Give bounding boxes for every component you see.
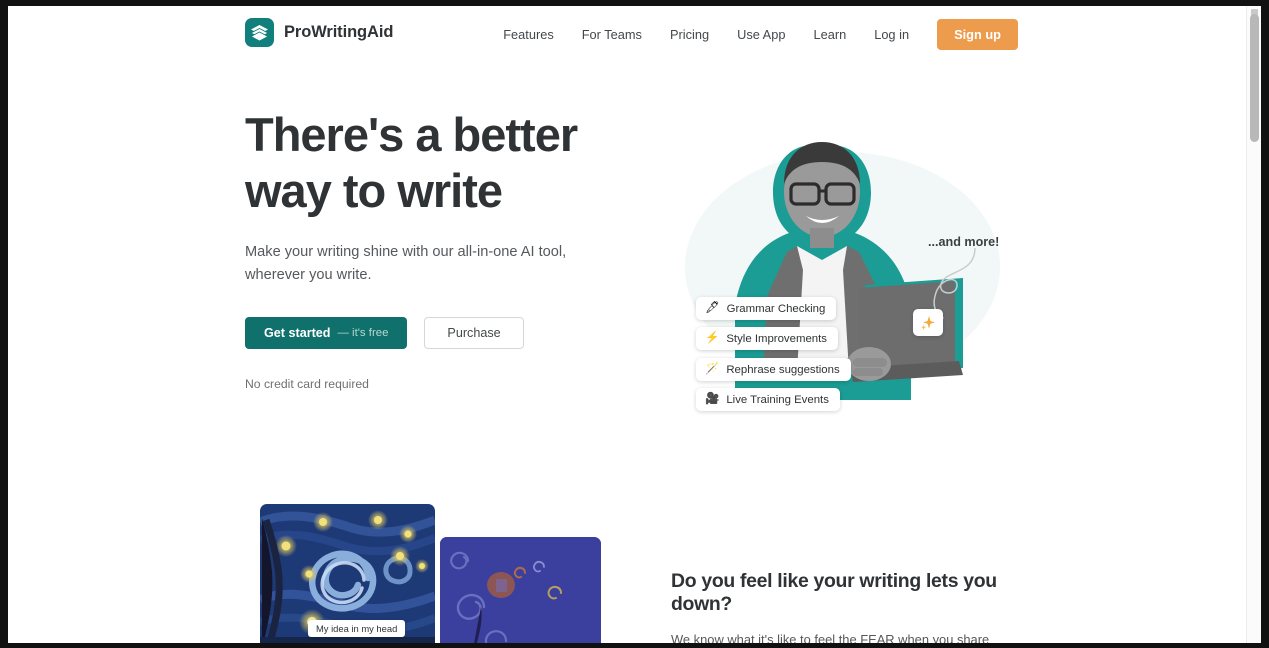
feature-chip-label: Live Training Events	[726, 393, 829, 406]
lower-section-title: Do you feel like your writing lets you d…	[671, 570, 997, 615]
artwork-pair: My idea in my head	[256, 504, 601, 643]
nav-item-use-app[interactable]: Use App	[723, 27, 799, 42]
sign-up-button[interactable]: Sign up	[937, 18, 1018, 50]
get-started-note: — it's free	[337, 327, 389, 339]
lower-section-body: We know what it's like to feel the FEAR …	[671, 632, 990, 643]
brand-name: ProWritingAid	[284, 23, 394, 41]
nav-item-for-teams[interactable]: For Teams	[568, 27, 656, 42]
feature-chip: 🖋 Grammar Checking	[696, 297, 837, 320]
brand-lockup[interactable]: ProWritingAid	[245, 18, 393, 47]
lower-section: My idea in my head Do you feel like your…	[8, 482, 1246, 643]
movie-camera-icon: 🎥	[705, 392, 720, 405]
sparkles-icon	[913, 309, 943, 336]
purchase-button[interactable]: Purchase	[424, 317, 524, 349]
stacked-pages-logo-icon	[245, 18, 274, 47]
lower-copy: Do you feel like your writing lets you d…	[671, 570, 1021, 643]
feature-chip: 🪄 Rephrase suggestions	[696, 358, 851, 381]
fountain-pen-icon: 🖋	[705, 301, 720, 314]
simplified-art-version	[440, 537, 601, 643]
feature-chip-label: Style Improvements	[726, 332, 827, 345]
nav-item-log-in[interactable]: Log in	[860, 27, 923, 42]
feature-chip-label: Rephrase suggestions	[726, 363, 840, 376]
vertical-scrollbar[interactable]	[1246, 6, 1261, 643]
no-credit-card-note: No credit card required	[245, 377, 369, 391]
site-header: ProWritingAid Features For Teams Pricing…	[8, 6, 1246, 62]
lightning-bolt-icon: ⚡	[705, 331, 720, 344]
browser-viewport-frame: ProWritingAid Features For Teams Pricing…	[0, 0, 1269, 648]
hero-section: There's a better way to write Make your …	[8, 62, 1246, 482]
nav-item-learn[interactable]: Learn	[799, 27, 860, 42]
hero-illustration: ...and more! 🖋 Grammar Checking ⚡ Style …	[663, 100, 1023, 430]
scrollbar-thumb[interactable]	[1250, 14, 1259, 142]
nav-item-pricing[interactable]: Pricing	[656, 27, 723, 42]
hero-title-line-1: There's a better	[245, 108, 578, 161]
feature-chip-label: Grammar Checking	[726, 302, 826, 315]
get-started-button[interactable]: Get started — it's free	[245, 317, 408, 349]
hero-subtitle: Make your writing shine with our all-in-…	[245, 244, 567, 283]
feature-chip: ⚡ Style Improvements	[696, 327, 838, 350]
feature-chip: 🎥 Live Training Events	[696, 388, 840, 411]
page-canvas: ProWritingAid Features For Teams Pricing…	[8, 6, 1261, 643]
get-started-label: Get started	[264, 326, 331, 340]
hero-actions: Get started — it's free Purchase	[245, 317, 605, 349]
artwork-caption: My idea in my head	[308, 620, 406, 637]
hero-title-line-2: way to write	[245, 164, 503, 217]
hero-title: There's a better way to write	[245, 107, 605, 219]
magic-wand-icon: 🪄	[705, 362, 720, 375]
primary-nav: Features For Teams Pricing Use App Learn…	[489, 6, 1018, 62]
nav-item-features[interactable]: Features	[489, 27, 568, 42]
hero-copy: There's a better way to write Make your …	[245, 107, 605, 391]
and-more-label: ...and more!	[928, 235, 1000, 249]
